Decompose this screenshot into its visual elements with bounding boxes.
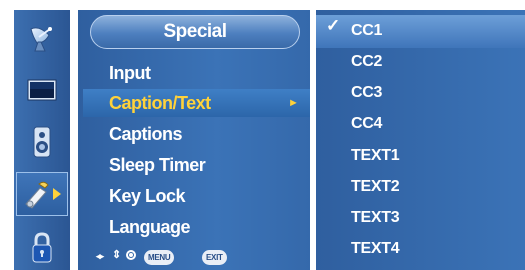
menu-item-caption-text[interactable]: Caption/Text	[109, 89, 211, 117]
audio-menu-button[interactable]	[18, 120, 66, 164]
tv-osd: Special Input Caption/Text ► Captions Sl…	[0, 0, 525, 270]
screen-icon	[27, 79, 57, 101]
menu-item-captions[interactable]: Captions	[109, 120, 183, 148]
menu-item-sleep-timer[interactable]: Sleep Timer	[109, 151, 206, 179]
option-cc1[interactable]: CC1	[351, 19, 382, 43]
lock-menu-button[interactable]	[18, 226, 66, 270]
caption-text-submenu: ✓ CC1 CC2 CC3 CC4 TEXT1 TEXT2 TEXT3 TEXT…	[316, 10, 525, 270]
menu-title: Special	[90, 15, 300, 49]
lock-icon	[32, 232, 52, 263]
satellite-dish-icon	[30, 27, 52, 52]
tools-icon	[25, 181, 61, 209]
special-menu-button[interactable]	[16, 172, 68, 216]
left-right-arrows-icon: ◂▸	[96, 251, 104, 261]
menu-item-input[interactable]: Input	[109, 59, 151, 87]
option-text2[interactable]: TEXT2	[351, 175, 400, 199]
nav-hint-bar: ◂▸ ⇕ MENU EXIT	[78, 246, 310, 270]
option-text1[interactable]: TEXT1	[351, 144, 400, 168]
option-cc4[interactable]: CC4	[351, 112, 382, 136]
speaker-icon	[33, 126, 51, 158]
option-cc2[interactable]: CC2	[351, 50, 382, 74]
menu-button-hint: MENU	[144, 250, 175, 265]
option-text3[interactable]: TEXT3	[351, 206, 400, 230]
up-down-arrows-icon: ⇕	[112, 249, 122, 261]
special-menu-panel: Special Input Caption/Text ► Captions Sl…	[78, 10, 310, 270]
option-text4[interactable]: TEXT4	[351, 237, 400, 261]
option-cc3[interactable]: CC3	[351, 81, 382, 105]
menu-item-key-lock[interactable]: Key Lock	[109, 182, 186, 210]
check-icon: ✓	[326, 16, 341, 35]
setup-menu-button[interactable]	[18, 16, 66, 60]
select-icon	[126, 250, 136, 260]
submenu-highlight	[316, 15, 525, 48]
exit-button-hint: EXIT	[202, 250, 227, 265]
menu-item-language[interactable]: Language	[109, 213, 191, 241]
submenu-arrow-icon: ►	[288, 97, 299, 109]
picture-menu-button[interactable]	[18, 68, 66, 112]
icon-column	[14, 10, 70, 270]
